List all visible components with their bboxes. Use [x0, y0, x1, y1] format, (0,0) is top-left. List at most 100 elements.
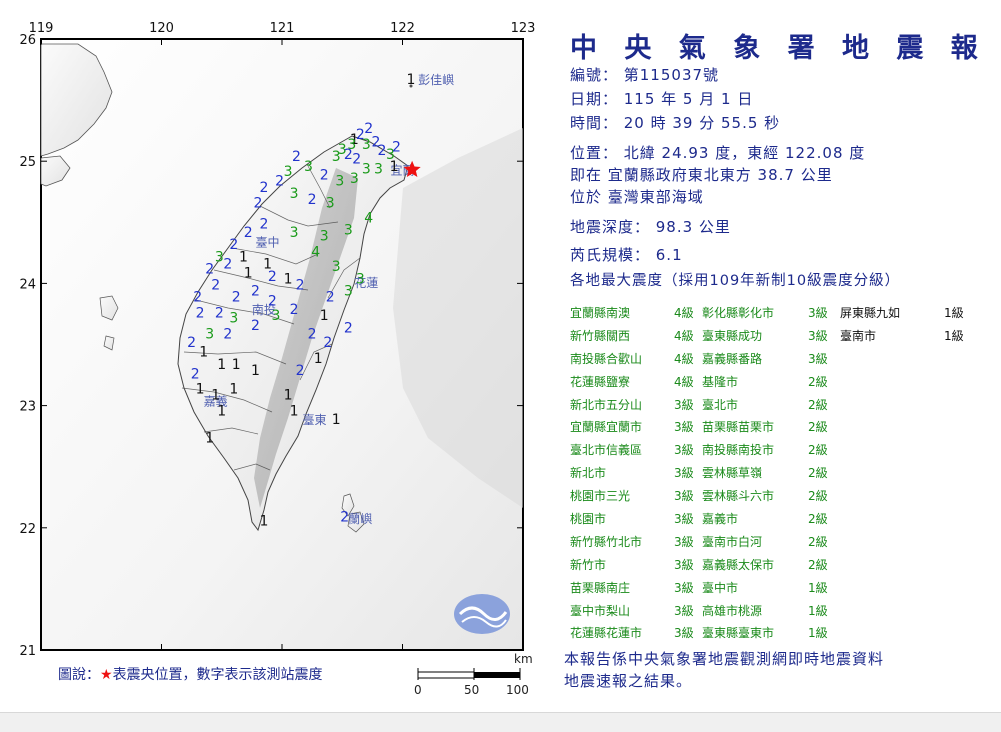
station-intensity-3: 3 [229, 311, 238, 327]
lat-tick-label: 26 [19, 33, 36, 48]
station-intensity-1: 1 [332, 412, 341, 428]
station-intensity-3: 3 [374, 161, 383, 177]
station-intensity-2: 2 [259, 180, 268, 196]
intensity-station: 嘉義縣番路 [702, 351, 763, 366]
intensity-level: 2級 [808, 443, 828, 458]
station-intensity-1: 1 [390, 159, 399, 175]
station-intensity-3: 3 [344, 223, 353, 239]
intensity-level: 3級 [674, 489, 694, 504]
station-intensity-2: 2 [193, 290, 202, 306]
station-intensity-2: 2 [392, 139, 401, 155]
station-intensity-2: 2 [196, 306, 205, 322]
station-intensity-3: 3 [356, 271, 365, 287]
intensity-level: 2級 [808, 420, 828, 435]
station-intensity-1: 1 [406, 72, 415, 88]
intensity-level: 3級 [674, 534, 694, 549]
station-intensity-1: 1 [217, 357, 226, 373]
station-intensity-1: 1 [229, 381, 238, 397]
report-location-ref: 即在 宜蘭縣政府東北東方 38.7 公里 [570, 166, 833, 184]
station-intensity-2: 2 [211, 278, 220, 294]
station-intensity-2: 2 [308, 326, 317, 342]
intensity-station: 臺中市 [702, 580, 739, 595]
intensity-station: 臺東縣成功 [702, 328, 763, 343]
intensity-station: 宜蘭縣宜蘭市 [570, 420, 643, 435]
station-intensity-3: 3 [284, 164, 293, 180]
intensity-station: 桃園市三光 [570, 489, 631, 504]
station-intensity-1: 1 [239, 249, 248, 265]
intensity-station: 苗栗縣苗栗市 [702, 420, 775, 435]
intensity-station: 新竹縣關西 [570, 328, 631, 343]
intensity-level: 3級 [674, 580, 694, 595]
station-intensity-3: 3 [205, 326, 214, 342]
station-intensity-1: 1 [217, 403, 226, 419]
station-intensity-3: 3 [335, 174, 344, 190]
intensity-station: 嘉義縣太保市 [702, 557, 775, 572]
station-intensity-2: 2 [323, 335, 332, 351]
intensity-level: 3級 [808, 306, 828, 320]
station-intensity-2: 2 [308, 192, 317, 208]
intensity-level: 2級 [808, 466, 828, 481]
intensity-station: 雲林縣草嶺 [702, 466, 763, 481]
intensity-level: 3級 [674, 557, 694, 572]
scale-tick-50: 50 [464, 683, 479, 697]
report-location-area: 位於 臺灣東部海域 [570, 188, 704, 206]
station-intensity-1: 1 [205, 430, 214, 446]
map-legend: 圖說：★表震央位置，數字表示該測站震度 [58, 664, 323, 684]
scale-tick-0: 0 [414, 683, 422, 697]
station-intensity-2: 2 [320, 168, 329, 184]
intensity-level: 2級 [808, 512, 828, 527]
lat-tick-label: 24 [19, 277, 36, 292]
station-intensity-3: 3 [362, 137, 371, 153]
report-note-line2: 地震速報之結果。 [564, 672, 693, 690]
station-intensity-3: 3 [326, 196, 335, 212]
station-intensity-2: 2 [340, 510, 349, 526]
intensity-level: 1級 [808, 603, 828, 618]
station-intensity-2: 2 [205, 262, 214, 278]
intensity-list: 宜蘭縣南澳 4級 新竹縣關西 4級 南投縣合歡山 4級 花蓮縣鹽寮 4級 新北市五分山 3級 宜蘭縣… [570, 304, 990, 644]
intensity-level: 4級 [674, 374, 694, 389]
lat-tick-label: 22 [19, 522, 36, 537]
station-intensity-2: 2 [326, 290, 335, 306]
station-intensity-2: 2 [268, 293, 277, 309]
intensity-station: 花蓮縣鹽寮 [570, 374, 631, 389]
cwa-logo [454, 594, 510, 634]
station-intensity-3: 3 [320, 229, 329, 245]
station-intensity-3: 3 [215, 249, 224, 265]
intensity-level: 2級 [808, 374, 828, 389]
report-date: 日期： 115 年 5 月 1 日 [570, 90, 754, 108]
intensity-level: 2級 [808, 534, 828, 549]
station-intensity-3: 3 [332, 259, 341, 275]
station-intensity-1: 1 [199, 345, 208, 361]
station-intensity-2: 2 [223, 326, 232, 342]
scale-bar: km 0 50 100 [414, 652, 533, 697]
station-intensity-2: 2 [253, 196, 262, 212]
intensity-station: 基隆市 [702, 374, 739, 389]
station-intensity-3: 3 [344, 284, 353, 300]
station-intensity-1: 1 [259, 513, 268, 529]
intensity-level: 3級 [674, 420, 694, 435]
intensity-level: 2級 [808, 397, 828, 412]
lat-tick-label: 25 [19, 155, 36, 170]
intensity-station: 臺南市白河 [702, 534, 763, 549]
station-intensity-2: 2 [290, 302, 299, 318]
intensity-level: 1級 [808, 626, 828, 641]
lon-tick-label: 120 [149, 21, 174, 36]
station-intensity-1: 1 [251, 363, 260, 379]
intensity-level: 3級 [674, 443, 694, 458]
place-label: 臺中 [255, 235, 279, 250]
intensity-level: 4級 [674, 328, 694, 343]
station-intensity-2: 2 [352, 152, 361, 168]
intensity-level: 1級 [808, 580, 828, 595]
station-intensity-3: 3 [272, 308, 281, 324]
station-intensity-4: 4 [311, 245, 320, 261]
intensity-station: 嘉義市 [702, 512, 739, 527]
intensity-level: 3級 [674, 626, 694, 641]
station-intensity-2: 2 [292, 149, 301, 165]
intensity-station: 新竹縣竹北市 [570, 534, 643, 549]
intensity-station: 高雄市桃源 [702, 603, 763, 618]
station-intensity-2: 2 [251, 284, 260, 300]
place-label: 彭佳嶼 [418, 73, 454, 87]
station-intensity-1: 1 [290, 403, 299, 419]
place-label: 蘭嶼 [348, 512, 372, 526]
intensity-station: 臺南市 [840, 328, 877, 343]
